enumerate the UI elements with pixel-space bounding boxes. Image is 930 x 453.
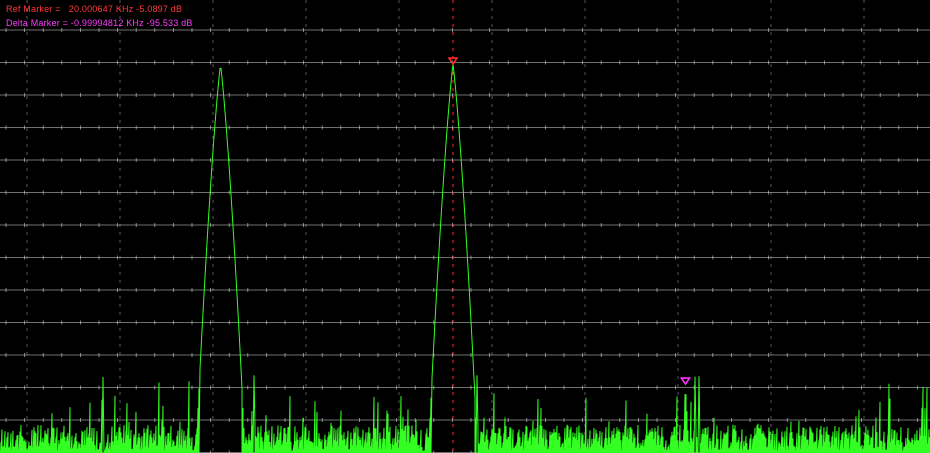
delta-marker-level: -95.533 dB [146, 18, 193, 28]
ref-marker-frequency: 20.000647 KHz [68, 4, 134, 14]
delta-marker-frequency: -0.99994812 KHz [70, 18, 144, 28]
spectrum-trace [0, 63, 930, 453]
grid [0, 0, 930, 453]
delta-marker-icon[interactable] [680, 377, 691, 386]
delta-marker-label: Delta Marker = [6, 18, 69, 28]
ref-marker-level: -5.0897 dB [136, 4, 183, 14]
ref-marker-readout: Ref Marker = 20.000647 KHz -5.0897 dB [6, 4, 182, 15]
spectrum-plot[interactable] [0, 0, 930, 453]
delta-marker-readout: Delta Marker = -0.99994812 KHz -95.533 d… [6, 18, 193, 29]
ref-marker-label: Ref Marker = [6, 4, 61, 14]
